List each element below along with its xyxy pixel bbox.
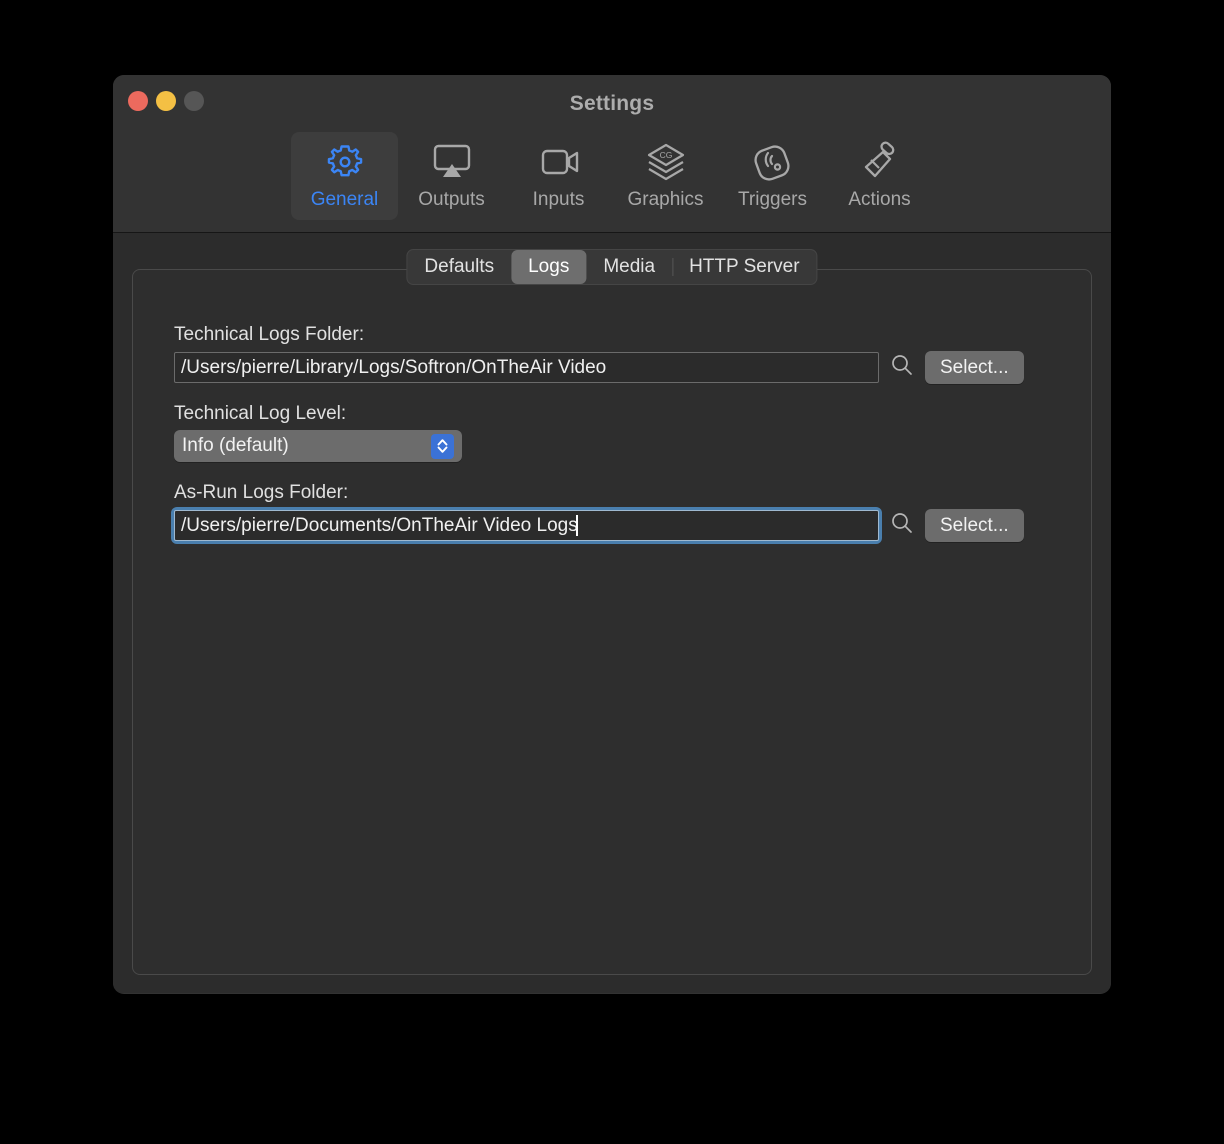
toolbar-label-graphics: Graphics bbox=[627, 189, 704, 210]
cg-layers-icon: CG bbox=[643, 140, 689, 184]
magnifying-glass-icon[interactable] bbox=[889, 352, 915, 383]
remote-signal-icon bbox=[750, 140, 796, 184]
toolbar-label-triggers: Triggers bbox=[738, 189, 807, 210]
toolbar-item-inputs[interactable]: Inputs bbox=[505, 132, 612, 220]
svg-text:CG: CG bbox=[659, 150, 672, 160]
chevron-up-down-icon bbox=[431, 433, 454, 459]
technical-log-level-popup[interactable]: Info (default) bbox=[174, 430, 462, 462]
airplay-display-icon bbox=[429, 140, 475, 184]
as-run-logs-folder-input[interactable] bbox=[174, 510, 879, 541]
toolbar-label-outputs: Outputs bbox=[418, 189, 485, 210]
tab-media[interactable]: Media bbox=[586, 250, 672, 284]
toolbar-label-general: General bbox=[310, 189, 379, 210]
technical-logs-folder-row: Select... bbox=[174, 351, 1071, 384]
magnifying-glass-icon[interactable] bbox=[889, 510, 915, 541]
as-run-logs-field-wrap bbox=[171, 507, 882, 544]
as-run-logs-select-button[interactable]: Select... bbox=[925, 509, 1024, 542]
tab-segmented-control: Defaults Logs Media HTTP Server bbox=[406, 249, 818, 285]
toolbar-item-triggers[interactable]: Triggers bbox=[719, 132, 826, 220]
technical-logs-select-button[interactable]: Select... bbox=[925, 351, 1024, 384]
technical-logs-folder-input[interactable] bbox=[174, 352, 879, 383]
settings-window: Settings General Outputs Inputs CG Graph… bbox=[113, 75, 1111, 994]
paint-roller-icon bbox=[857, 140, 903, 184]
technical-logs-field-wrap bbox=[174, 352, 879, 383]
text-cursor bbox=[576, 515, 578, 536]
as-run-logs-folder-row: Select... bbox=[171, 507, 1071, 544]
window-title: Settings bbox=[569, 92, 655, 115]
gear-icon bbox=[324, 140, 366, 184]
window-titlebar: Settings General Outputs Inputs CG Graph… bbox=[113, 75, 1111, 233]
logs-settings-group: Technical Logs Folder: Select... bbox=[132, 269, 1092, 975]
toolbar-label-actions: Actions bbox=[848, 189, 911, 210]
technical-log-level-label: Technical Log Level: bbox=[174, 403, 347, 424]
technical-log-level-value: Info (default) bbox=[182, 435, 289, 456]
toolbar-item-general[interactable]: General bbox=[291, 132, 398, 220]
technical-logs-folder-label: Technical Logs Folder: bbox=[174, 324, 365, 345]
tab-logs[interactable]: Logs bbox=[511, 250, 587, 284]
toolbar-item-actions[interactable]: Actions bbox=[826, 132, 933, 220]
toolbar-item-graphics[interactable]: CG Graphics bbox=[612, 132, 719, 220]
toolbar-item-outputs[interactable]: Outputs bbox=[398, 132, 505, 220]
settings-content: Defaults Logs Media HTTP Server Technica… bbox=[113, 233, 1111, 993]
tab-http-server[interactable]: HTTP Server bbox=[672, 250, 817, 284]
settings-toolbar: General Outputs Inputs CG Graphics Trigg… bbox=[113, 132, 1111, 220]
video-camera-icon bbox=[536, 140, 582, 184]
as-run-logs-folder-label: As-Run Logs Folder: bbox=[174, 482, 349, 503]
toolbar-label-inputs: Inputs bbox=[532, 189, 585, 210]
tab-defaults[interactable]: Defaults bbox=[407, 250, 511, 284]
logs-form: Technical Logs Folder: Select... bbox=[171, 324, 1071, 544]
